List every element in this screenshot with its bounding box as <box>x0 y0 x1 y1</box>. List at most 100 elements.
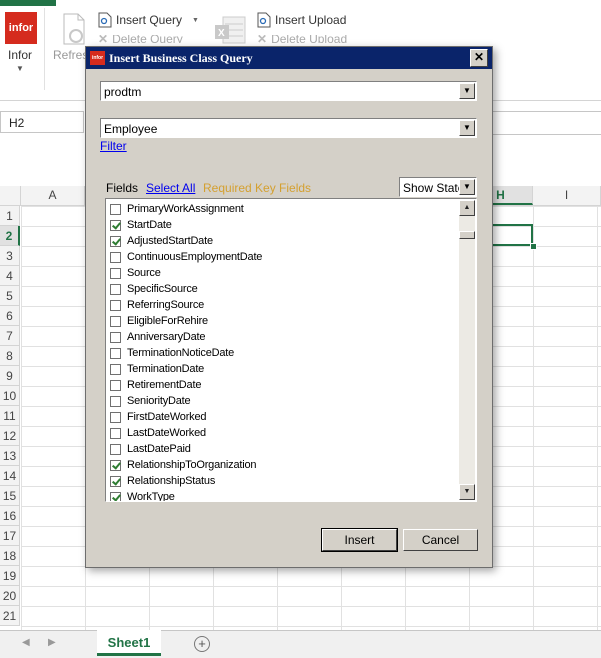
business-class-select[interactable]: Employee ▼ <box>100 118 477 138</box>
field-item[interactable]: SpecificSource <box>110 281 455 297</box>
cancel-button[interactable]: Cancel <box>403 529 478 551</box>
data-area-select[interactable]: prodtm ▼ <box>100 81 477 101</box>
insert-query-button[interactable]: Insert Query ▼ <box>98 12 199 28</box>
row-header[interactable]: 11 <box>0 406 20 426</box>
next-sheet-icon[interactable]: ▶ <box>48 637 56 648</box>
chevron-down-icon[interactable]: ▼ <box>459 120 475 136</box>
row-header[interactable]: 14 <box>0 466 20 486</box>
field-checkbox[interactable] <box>110 299 121 311</box>
field-checkbox[interactable] <box>110 379 121 391</box>
scroll-down-icon[interactable]: ▼ <box>459 484 475 500</box>
field-item[interactable]: PrimaryWorkAssignment <box>110 201 455 217</box>
row-header[interactable]: 6 <box>0 306 20 326</box>
select-all-corner[interactable] <box>0 186 21 205</box>
show-state-select[interactable]: Show State ▼ <box>399 177 477 197</box>
chevron-down-icon[interactable]: ▼ <box>459 179 475 195</box>
field-item[interactable]: FirstDateWorked <box>110 409 455 425</box>
field-checkbox[interactable] <box>110 331 121 343</box>
formula-input[interactable] <box>491 111 601 135</box>
fields-label: Fields <box>106 181 139 195</box>
field-checkbox[interactable] <box>110 363 121 375</box>
field-checkbox[interactable] <box>110 411 121 423</box>
dialog-titlebar[interactable]: infor Insert Business Class Query ✕ <box>86 47 492 69</box>
row-header[interactable]: 8 <box>0 346 20 366</box>
insert-button[interactable]: Insert <box>321 528 398 552</box>
row-header[interactable]: 17 <box>0 526 20 546</box>
row-header[interactable]: 3 <box>0 246 20 266</box>
row-header[interactable]: 4 <box>0 266 20 286</box>
row-header[interactable]: 1 <box>0 206 20 226</box>
close-button[interactable]: ✕ <box>470 49 488 67</box>
field-checkbox[interactable] <box>110 267 121 279</box>
row-header[interactable]: 19 <box>0 566 20 586</box>
field-item[interactable]: ContinuousEmploymentDate <box>110 249 455 265</box>
field-item[interactable]: RetirementDate <box>110 377 455 393</box>
field-checkbox[interactable] <box>110 395 121 407</box>
field-item[interactable]: Source <box>110 265 455 281</box>
row-header[interactable]: 7 <box>0 326 20 346</box>
row-header[interactable]: 21 <box>0 606 20 626</box>
field-item[interactable]: RelationshipToOrganization <box>110 457 455 473</box>
fill-handle[interactable] <box>530 243 537 250</box>
field-checkbox[interactable] <box>110 315 121 327</box>
fields-list[interactable]: PrimaryWorkAssignment StartDate AdjustedSt… <box>105 198 477 502</box>
sheet-tab-sheet1[interactable]: Sheet1 <box>97 630 161 656</box>
field-item[interactable]: TerminationNoticeDate <box>110 345 455 361</box>
row-header[interactable]: 9 <box>0 366 20 386</box>
chevron-down-icon[interactable]: ▼ <box>16 64 24 73</box>
field-item[interactable]: AdjustedStartDate <box>110 233 455 249</box>
fields-scrollbar[interactable]: ▲ ▼ <box>459 200 475 500</box>
field-item[interactable]: SeniorityDate <box>110 393 455 409</box>
field-checkbox[interactable] <box>110 219 121 231</box>
select-all-link[interactable]: Select All <box>146 181 195 195</box>
column-header[interactable]: I <box>533 186 601 205</box>
row-header[interactable]: 20 <box>0 586 20 606</box>
row-header[interactable]: 15 <box>0 486 20 506</box>
field-checkbox[interactable] <box>110 459 121 471</box>
column-header[interactable]: A <box>21 186 85 205</box>
name-box[interactable]: H2 <box>0 111 84 133</box>
field-item[interactable]: LastDatePaid <box>110 441 455 457</box>
row-header[interactable]: 10 <box>0 386 20 406</box>
field-checkbox[interactable] <box>110 251 121 263</box>
field-item[interactable]: LastDateWorked <box>110 425 455 441</box>
filter-link[interactable]: Filter <box>100 139 127 153</box>
chevron-down-icon[interactable]: ▼ <box>192 17 199 24</box>
field-item[interactable]: RelationshipStatus <box>110 473 455 489</box>
chevron-down-icon[interactable]: ▼ <box>459 83 475 99</box>
field-item[interactable]: AnniversaryDate <box>110 329 455 345</box>
scroll-up-icon[interactable]: ▲ <box>459 200 475 216</box>
excel-upload-icon[interactable]: X <box>213 14 247 48</box>
field-checkbox[interactable] <box>110 443 121 455</box>
field-item[interactable]: TerminationDate <box>110 361 455 377</box>
field-checkbox[interactable] <box>110 427 121 439</box>
refresh-icon[interactable] <box>60 12 88 46</box>
row-header[interactable]: 18 <box>0 546 20 566</box>
field-item[interactable]: EligibleForRehire <box>110 313 455 329</box>
field-checkbox[interactable] <box>110 347 121 359</box>
infor-logo-icon[interactable]: infor <box>5 12 37 44</box>
field-checkbox[interactable] <box>110 283 121 295</box>
delete-icon: ✕ <box>257 35 268 43</box>
field-checkbox[interactable] <box>110 203 121 215</box>
refresh-button-label[interactable]: Refres <box>53 48 88 62</box>
infor-menu-label[interactable]: Infor <box>8 48 32 62</box>
field-item[interactable]: ReferringSource <box>110 297 455 313</box>
row-header[interactable]: 5 <box>0 286 20 306</box>
insert-upload-button[interactable]: Insert Upload <box>257 12 346 28</box>
add-sheet-icon[interactable]: + <box>194 636 210 652</box>
field-checkbox[interactable] <box>110 491 121 501</box>
scroll-thumb[interactable] <box>459 231 475 239</box>
required-key-fields-link[interactable]: Required Key Fields <box>203 181 311 195</box>
delete-query-button[interactable]: ✕ Delete Query <box>98 35 183 43</box>
field-checkbox[interactable] <box>110 475 121 487</box>
row-header[interactable]: 13 <box>0 446 20 466</box>
field-checkbox[interactable] <box>110 235 121 247</box>
row-header-active[interactable]: 2 <box>0 226 20 246</box>
delete-upload-button[interactable]: ✕ Delete Upload <box>257 35 347 43</box>
prev-sheet-icon[interactable]: ◀ <box>22 637 30 648</box>
row-header[interactable]: 16 <box>0 506 20 526</box>
field-item[interactable]: WorkType <box>110 489 455 501</box>
field-item[interactable]: StartDate <box>110 217 455 233</box>
row-header[interactable]: 12 <box>0 426 20 446</box>
